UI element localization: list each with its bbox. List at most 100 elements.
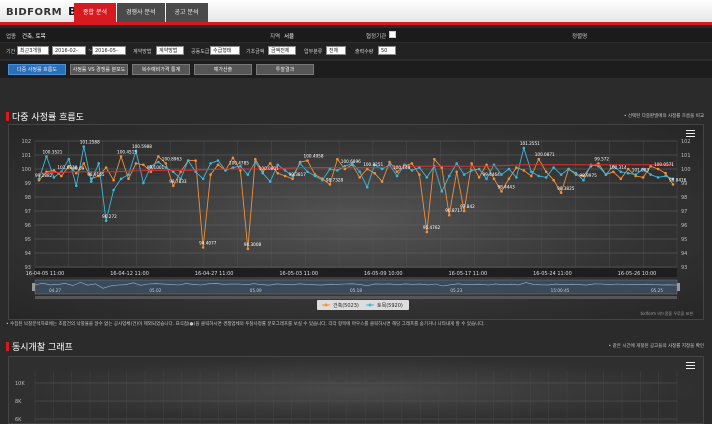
data-point bbox=[291, 177, 294, 181]
data-point bbox=[380, 167, 384, 171]
data-point bbox=[104, 166, 108, 169]
tab-overall-analysis[interactable]: 종합 분석 bbox=[74, 3, 116, 22]
data-label: 98.9165 bbox=[87, 172, 105, 177]
data-point bbox=[559, 173, 563, 176]
multi-rate-flow-button[interactable]: 다중 사정률 흐름도 bbox=[8, 64, 66, 75]
simultaneous-chart[interactable]: 10K 8K 6K bbox=[9, 357, 703, 423]
multi-rate-chart[interactable]: 93 9394 9495 9596 9697 9798 9899 99100 100101 101… bbox=[9, 125, 703, 319]
data-point bbox=[283, 169, 287, 172]
legend-marker-0 bbox=[324, 303, 328, 307]
region-value[interactable]: 서울 bbox=[284, 32, 294, 40]
data-point bbox=[559, 191, 563, 195]
data-point bbox=[656, 167, 660, 171]
y-tick-label-right: 97 bbox=[681, 209, 687, 215]
data-point bbox=[529, 170, 533, 174]
data-point bbox=[619, 170, 623, 174]
data-point bbox=[537, 174, 541, 178]
tab-notice-analysis[interactable]: 공고 분석 bbox=[165, 3, 208, 22]
y-tick-label-left: 100 bbox=[21, 167, 31, 173]
period-select[interactable]: 최근3개월 bbox=[17, 46, 49, 55]
data-point bbox=[515, 176, 518, 179]
date-from-input[interactable]: 2016-02-26 bbox=[52, 46, 86, 63]
date-to-input[interactable]: 2016-05-26 bbox=[92, 46, 126, 63]
data-point bbox=[201, 177, 205, 181]
data-point bbox=[89, 180, 93, 183]
data-point bbox=[567, 167, 570, 171]
data-point bbox=[216, 159, 220, 162]
data-point bbox=[440, 190, 444, 193]
x-tick-label: 16-04-05 11:00 bbox=[26, 271, 65, 277]
y-tick-label-right: 100 bbox=[681, 167, 691, 173]
navigator-label: 05.09 bbox=[250, 288, 262, 293]
data-point bbox=[82, 145, 86, 148]
multi-reserve-stats-button[interactable]: 복수예비가격 통계 bbox=[132, 64, 190, 75]
chart-credit: bidform 비드폼을 우루을 표현 bbox=[641, 310, 694, 316]
x-tick-label: 16-05-24 11:00 bbox=[533, 271, 572, 277]
x-tick-label: 16-05-17 11:00 bbox=[449, 271, 488, 277]
grade-select[interactable]: 수급형태 bbox=[210, 46, 240, 55]
data-point bbox=[612, 170, 615, 174]
data-point bbox=[336, 157, 339, 161]
data-point bbox=[410, 162, 414, 165]
biz-select[interactable]: 전체 bbox=[326, 46, 346, 55]
category-value[interactable]: 건축, 토목 bbox=[22, 32, 46, 40]
data-point bbox=[194, 159, 197, 162]
price-label: 기초금액 bbox=[246, 49, 265, 55]
data-point bbox=[157, 160, 160, 164]
biz-label: 업무분류 bbox=[304, 49, 323, 55]
data-point bbox=[619, 177, 623, 181]
data-point bbox=[626, 167, 630, 171]
count-select[interactable]: 50 bbox=[378, 46, 396, 55]
data-point bbox=[388, 160, 391, 164]
data-point bbox=[157, 155, 160, 158]
data-point bbox=[321, 178, 324, 182]
data-label: 100.5988 bbox=[132, 144, 152, 149]
data-point bbox=[522, 169, 526, 172]
data-point bbox=[306, 170, 309, 174]
method-select[interactable]: 계약방법 bbox=[156, 46, 184, 55]
contract-checkbox[interactable] bbox=[389, 31, 396, 38]
data-point bbox=[246, 247, 250, 251]
data-point bbox=[336, 169, 339, 172]
multi-rate-chart-panel: 93 93 94 94 95 95 96 96 97 97 98 98 99 99 100 100 101 101… bbox=[8, 124, 704, 320]
data-point bbox=[574, 171, 578, 175]
data-point bbox=[82, 162, 86, 165]
data-point bbox=[112, 188, 115, 192]
data-point bbox=[388, 163, 391, 167]
data-point bbox=[641, 176, 645, 179]
y-tick-label-right: 102 bbox=[681, 139, 691, 145]
rate-vs-competition-button[interactable]: 사정률 VS 경쟁률 분포도 bbox=[70, 64, 128, 75]
data-point bbox=[470, 162, 473, 165]
data-point bbox=[164, 166, 168, 169]
data-point bbox=[52, 176, 56, 179]
x-tick-label: 16-05-26 10:00 bbox=[618, 271, 657, 277]
y-tick-label-left: 97 bbox=[25, 209, 31, 215]
data-point bbox=[306, 159, 309, 162]
series-line-1 bbox=[38, 146, 674, 221]
data-label: 96.272 bbox=[102, 214, 117, 219]
data-point bbox=[268, 162, 272, 165]
data-point bbox=[515, 166, 518, 169]
bid-result-button[interactable]: 투찰결과 bbox=[256, 64, 314, 75]
data-point bbox=[522, 146, 526, 150]
filter-row-2: 기간 최근3개월 2016-02-26 ~ 2016-05-26 계약방법 계약… bbox=[0, 43, 712, 63]
tab-competitor-analysis[interactable]: 경쟁사 분석 bbox=[117, 3, 165, 22]
data-point bbox=[52, 169, 56, 172]
data-point bbox=[380, 180, 384, 183]
data-label: 100.149 bbox=[393, 165, 411, 170]
data-point bbox=[328, 183, 332, 186]
data-point bbox=[283, 174, 287, 178]
data-point bbox=[194, 170, 197, 174]
price-select[interactable]: 금액전체 bbox=[268, 46, 296, 55]
y2-tick-label: 10K bbox=[15, 381, 25, 387]
data-label: 94.4077 bbox=[199, 240, 217, 245]
data-label: 99.1882 bbox=[35, 173, 53, 178]
price-calc-button[interactable]: 예가산출 bbox=[194, 64, 252, 75]
data-point bbox=[537, 157, 541, 161]
y2-tick-label: 6K bbox=[15, 417, 22, 423]
data-label: 98.7833 bbox=[169, 179, 187, 184]
period-label: 기간 bbox=[6, 49, 16, 55]
data-point bbox=[500, 190, 503, 193]
data-point bbox=[104, 219, 108, 223]
data-point bbox=[507, 177, 511, 181]
